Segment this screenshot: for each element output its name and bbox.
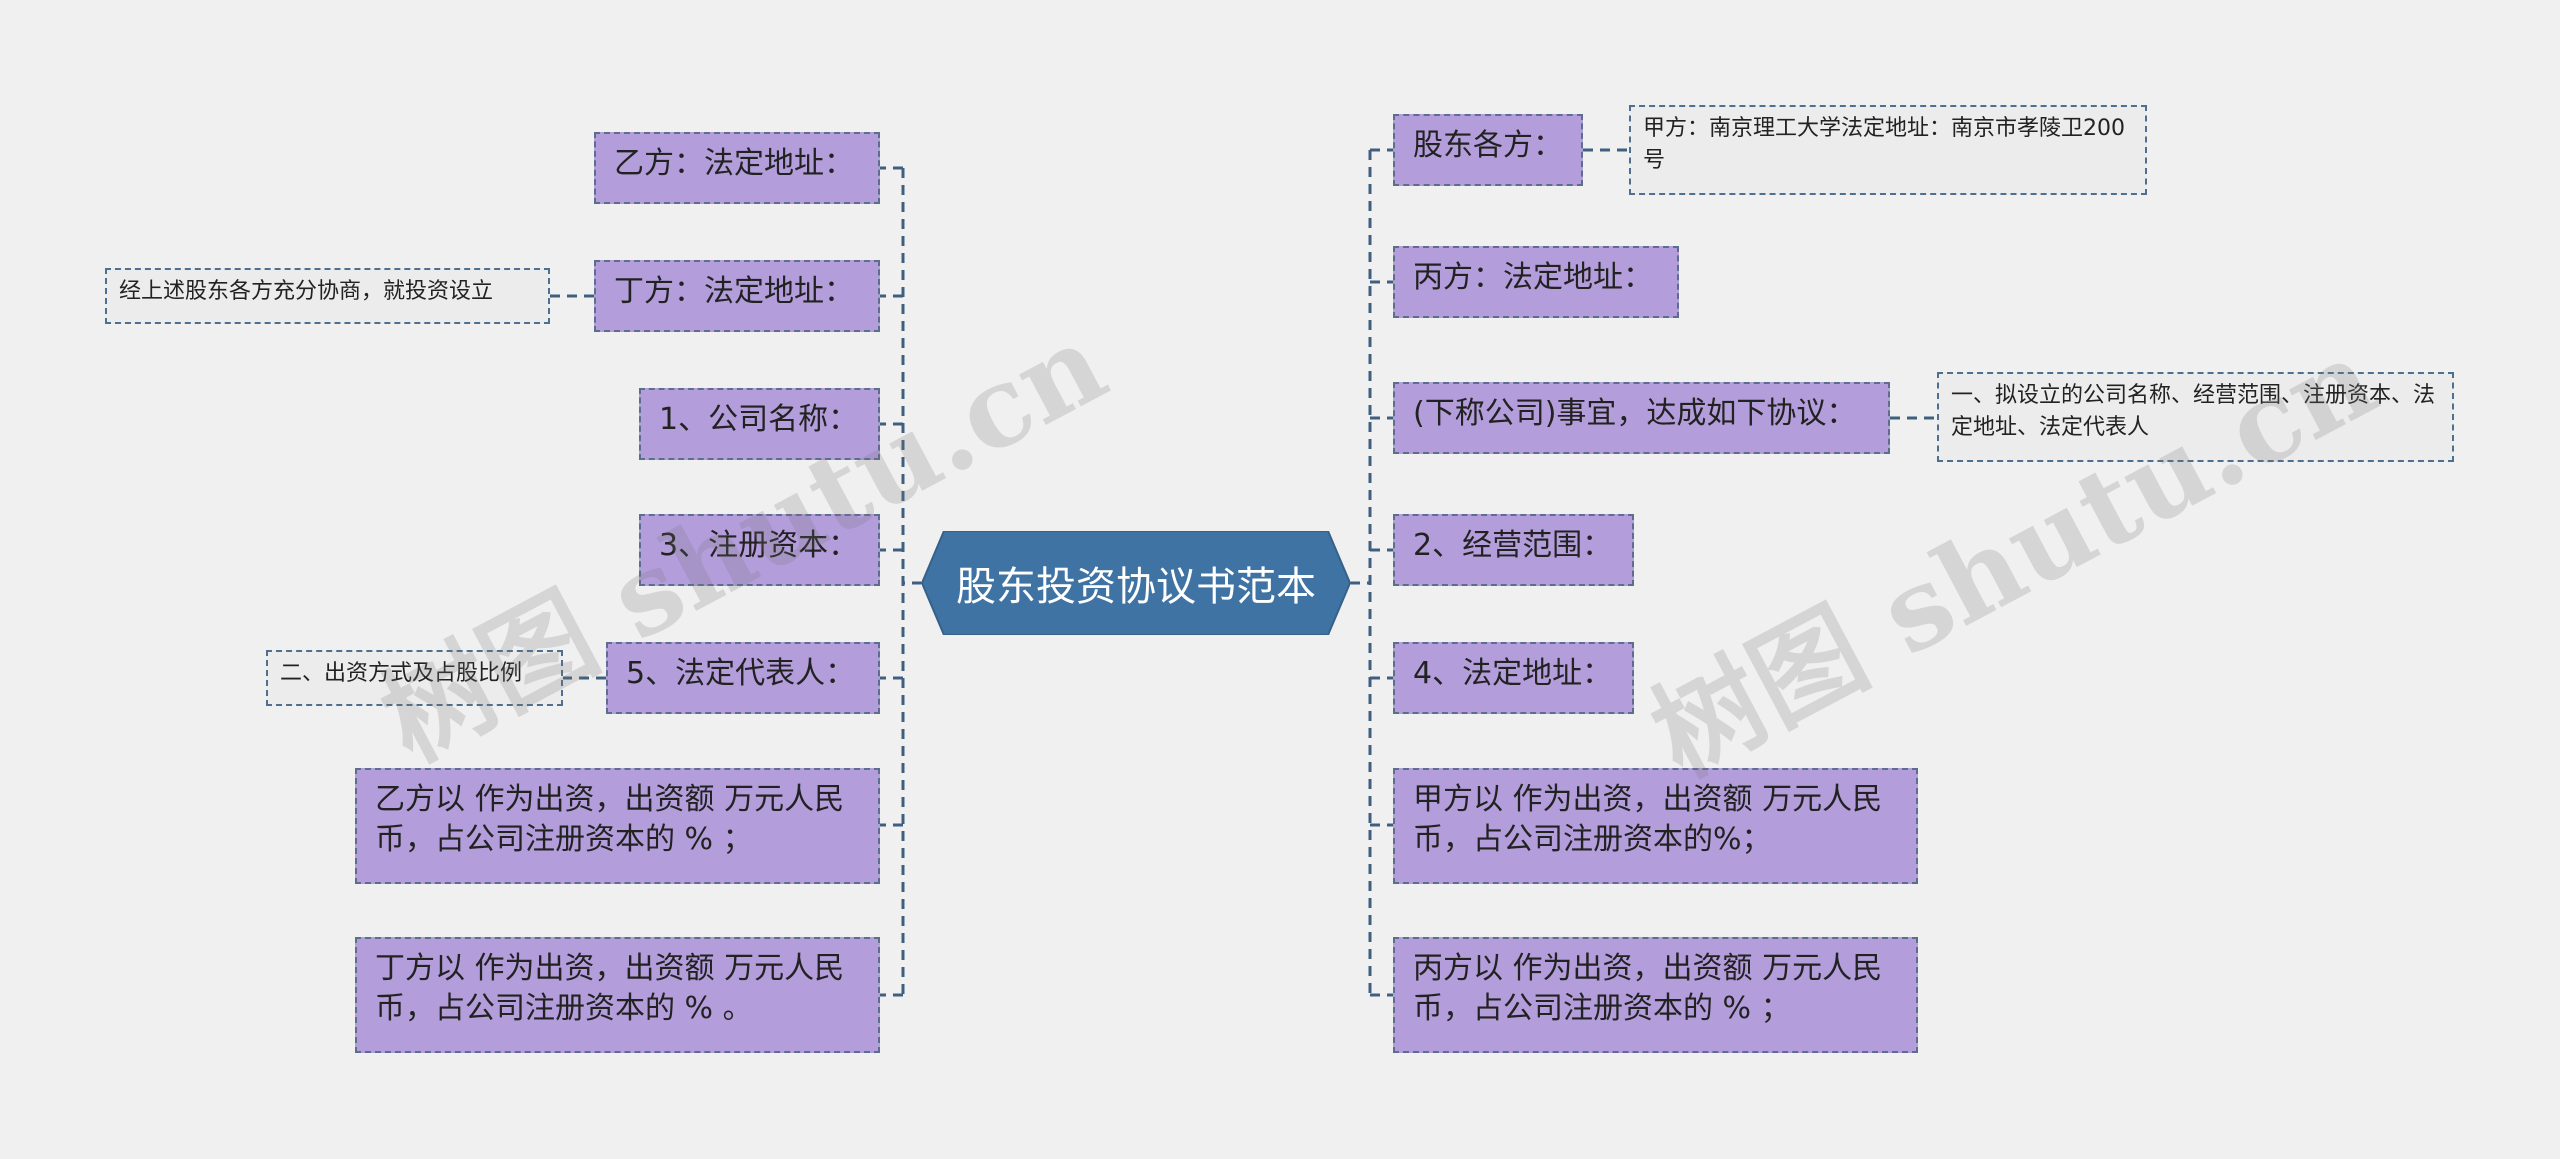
branch-yi-address[interactable]: 乙方：法定地址： <box>594 132 880 204</box>
note-jia-party[interactable]: 甲方：南京理工大学法定地址：南京市孝陵卫200号 <box>1629 105 2147 195</box>
branch-legal-address[interactable]: 4、法定地址： <box>1393 642 1634 714</box>
note-negotiation[interactable]: 经上述股东各方充分协商，就投资设立 <box>105 268 550 324</box>
branch-jia-contribution[interactable]: 甲方以 作为出资，出资额 万元人民币，占公司注册资本的%； <box>1393 768 1918 884</box>
branch-bing-contribution[interactable]: 丙方以 作为出资，出资额 万元人民币，占公司注册资本的 % ； <box>1393 937 1918 1053</box>
branch-shareholders[interactable]: 股东各方： <box>1393 114 1583 186</box>
branch-ding-address[interactable]: 丁方：法定地址： <box>594 260 880 332</box>
branch-bing-address[interactable]: 丙方：法定地址： <box>1393 246 1679 318</box>
central-topic[interactable]: 股东投资协议书范本 <box>922 531 1350 635</box>
branch-ding-contribution[interactable]: 丁方以 作为出资，出资额 万元人民币，占公司注册资本的 % 。 <box>355 937 880 1053</box>
mindmap-canvas: 股东投资协议书范本 乙方：法定地址： 丁方：法定地址： 经上述股东各方充分协商，… <box>0 0 2560 1159</box>
central-topic-label: 股东投资协议书范本 <box>956 564 1316 610</box>
branch-business-scope[interactable]: 2、经营范围： <box>1393 514 1634 586</box>
branch-agreement-intro[interactable]: (下称公司)事宜，达成如下协议： <box>1393 382 1890 454</box>
